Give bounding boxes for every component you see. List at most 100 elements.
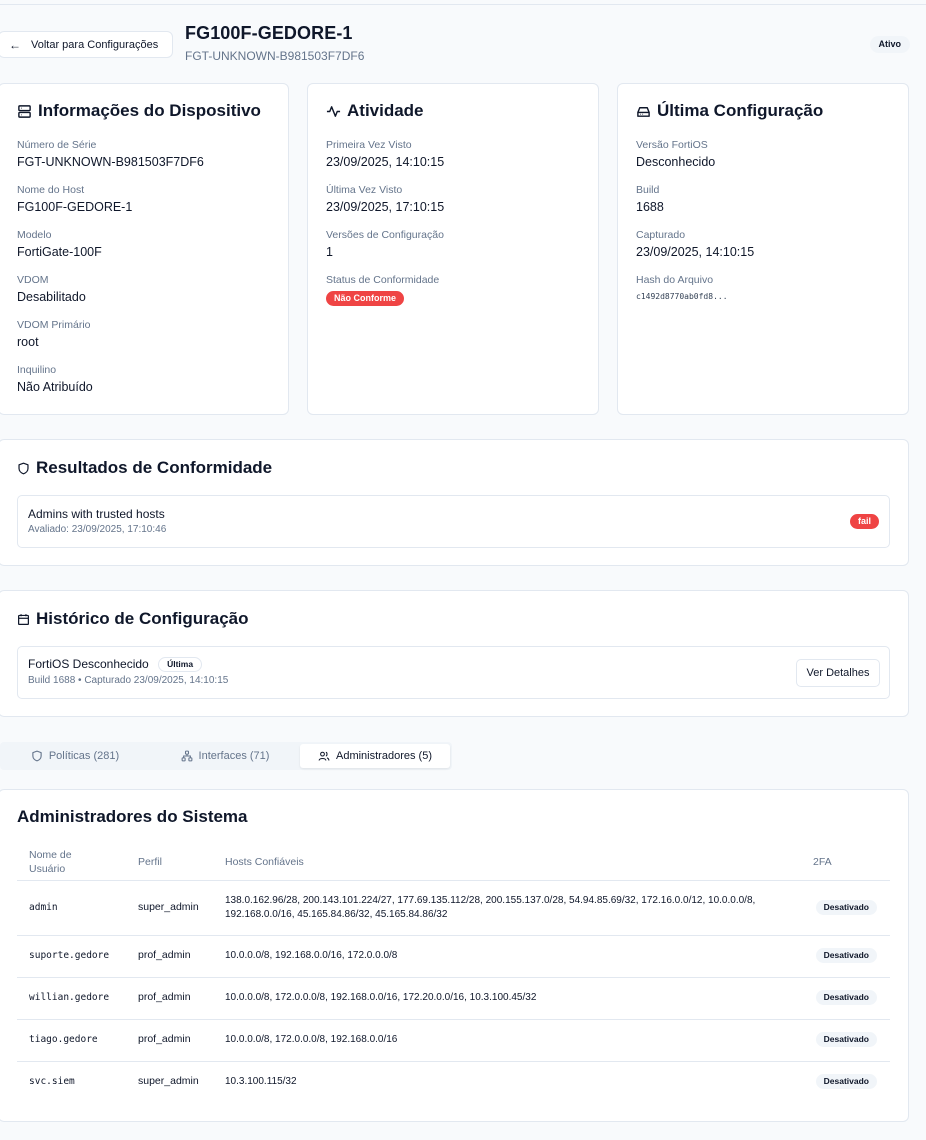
table-row[interactable]: tiago.gedore prof_admin 10.0.0.0/8, 172.… [17, 1020, 890, 1062]
compliance-title-text: Resultados de Conformidade [36, 458, 273, 477]
hard-drive-icon [637, 106, 650, 117]
latest-badge: Última [158, 657, 203, 672]
table-row[interactable]: svc.siem super_admin 10.3.100.115/32 Des… [17, 1062, 890, 1104]
network-icon [181, 750, 192, 762]
field-label: Modelo [17, 229, 52, 241]
field-value: 23/09/2025, 14:10:15 [636, 245, 755, 259]
compliance-item-title: Admins with trusted hosts [28, 507, 165, 521]
compliance-results-card: Resultados de Conformidade Admins with t… [0, 439, 909, 566]
field-label: Primeira Vez Visto [326, 139, 412, 151]
cell-trusted-hosts: 138.0.162.96/28, 200.143.101.224/27, 177… [225, 895, 756, 920]
tab-bar: Políticas (281) Interfaces (71) Administ… [0, 742, 452, 770]
field-config-versions: Versões de Configuração 1 [326, 229, 444, 259]
shield-icon [32, 750, 42, 762]
last-config-card: Última Configuração Versão FortiOS Desco… [617, 83, 909, 415]
field-label: Versão FortiOS [636, 139, 708, 151]
device-info-title: Informações do Dispositivo [17, 101, 261, 121]
field-label: Inquilino [17, 364, 57, 376]
field-value: c1492d8770ab0fd8... [636, 292, 728, 301]
field-label: Última Vez Visto [326, 184, 403, 196]
field-label: Capturado [636, 229, 686, 241]
device-info-card: Informações do Dispositivo Número de Sér… [0, 83, 289, 415]
field-value: 23/09/2025, 17:10:15 [326, 200, 445, 214]
fail-badge: fail [849, 514, 879, 529]
field-label: Nome do Host [17, 184, 85, 196]
table-header: Nome de Usuário Perfil Hosts Confiáveis … [17, 846, 890, 881]
field-compliance-status: Status de Conformidade Não Conforme [326, 274, 439, 306]
tab-administrators-label: Administradores (5) [336, 750, 432, 762]
field-first-seen: Primeira Vez Visto 23/09/2025, 14:10:15 [326, 139, 444, 169]
twofa-badge: Desativado [815, 1074, 877, 1089]
top-divider [0, 4, 926, 5]
page-subtitle: FGT-UNKNOWN-B981503F7DF6 [185, 49, 365, 63]
back-button-label: Voltar para Configurações [31, 38, 159, 51]
field-value: Desconhecido [636, 155, 716, 169]
tab-policies[interactable]: Políticas (281) [0, 744, 150, 768]
tab-interfaces-label: Interfaces (71) [198, 750, 270, 762]
field-primary-vdom: VDOM Primário root [17, 319, 91, 349]
users-icon [318, 751, 330, 761]
tab-interfaces[interactable]: Interfaces (71) [150, 744, 300, 768]
twofa-badge: Desativado [815, 1032, 877, 1047]
field-file-hash: Hash do Arquivo c1492d8770ab0fd8... [636, 274, 728, 301]
field-value: 23/09/2025, 14:10:15 [326, 155, 445, 169]
server-icon [18, 104, 31, 118]
column-username: Nome de Usuário [29, 849, 72, 875]
activity-card: Atividade Primeira Vez Visto 23/09/2025,… [307, 83, 599, 415]
field-label: Versões de Configuração [326, 229, 444, 241]
cell-username: suporte.gedore [29, 950, 110, 961]
cell-trusted-hosts: 10.0.0.0/8, 192.168.0.0/16, 172.0.0.0/8 [225, 950, 398, 961]
view-details-button[interactable]: Ver Detalhes [796, 659, 880, 687]
tab-policies-label: Políticas (281) [48, 750, 120, 762]
table-row[interactable]: admin super_admin 138.0.162.96/28, 200.1… [17, 881, 890, 936]
twofa-badge: Desativado [815, 948, 877, 963]
field-label: Status de Conformidade [326, 274, 440, 286]
field-label: Hash do Arquivo [636, 274, 714, 286]
field-label: Build [636, 184, 660, 196]
table-row[interactable]: suporte.gedore prof_admin 10.0.0.0/8, 19… [17, 936, 890, 978]
field-build: Build 1688 [636, 184, 664, 214]
twofa-badge: Desativado [815, 900, 877, 915]
last-config-title: Última Configuração [636, 101, 823, 121]
arrow-left-icon: ← [9, 37, 21, 52]
compliance-result-item[interactable]: Admins with trusted hosts Avaliado: 23/0… [17, 495, 890, 548]
field-fortios-version: Versão FortiOS Desconhecido [636, 139, 715, 169]
shield-icon [18, 462, 29, 474]
field-value: 1688 [636, 200, 664, 214]
cell-profile: prof_admin [138, 1033, 191, 1045]
back-to-configurations-button[interactable]: ← Voltar para Configurações [0, 31, 173, 58]
field-value: Não Atribuído [17, 380, 93, 394]
column-trusted-hosts: Hosts Confiáveis [225, 856, 304, 868]
field-model: Modelo FortiGate-100F [17, 229, 102, 259]
tab-administrators[interactable]: Administradores (5) [300, 744, 450, 768]
field-value: 1 [326, 245, 333, 259]
field-label: Número de Série [17, 139, 97, 151]
activity-title-text: Atividade [347, 101, 424, 120]
field-tenant: Inquilino Não Atribuído [17, 364, 93, 394]
field-value: FG100F-GEDORE-1 [17, 200, 133, 214]
history-title: Histórico de Configuração [17, 609, 249, 629]
activity-title: Atividade [326, 101, 424, 121]
history-item-sub: Build 1688 • Capturado 23/09/2025, 14:10… [28, 675, 229, 686]
device-info-title-text: Informações do Dispositivo [38, 101, 261, 120]
field-captured: Capturado 23/09/2025, 14:10:15 [636, 229, 754, 259]
non-compliant-badge: Não Conforme [326, 291, 405, 306]
field-value: root [17, 335, 39, 349]
calendar-icon [18, 613, 29, 625]
cell-profile: prof_admin [138, 991, 191, 1003]
field-vdom: VDOM Desabilitado [17, 274, 86, 304]
cell-profile: prof_admin [138, 949, 191, 961]
history-item-title: FortiOS Desconhecido [28, 657, 149, 671]
cell-profile: super_admin [138, 1075, 199, 1087]
field-label: VDOM Primário [17, 319, 91, 331]
status-badge: Ativo [869, 36, 910, 53]
cell-username: willian.gedore [29, 992, 110, 1003]
cell-username: admin [29, 902, 58, 913]
compliance-title: Resultados de Conformidade [17, 458, 272, 478]
cell-trusted-hosts: 10.3.100.115/32 [225, 1076, 297, 1087]
cell-profile: super_admin [138, 901, 199, 913]
cell-trusted-hosts: 10.0.0.0/8, 172.0.0.0/8, 192.168.0.0/16 [225, 1034, 398, 1045]
cell-trusted-hosts: 10.0.0.0/8, 172.0.0.0/8, 192.168.0.0/16,… [225, 992, 537, 1003]
twofa-badge: Desativado [815, 990, 877, 1005]
table-row[interactable]: willian.gedore prof_admin 10.0.0.0/8, 17… [17, 978, 890, 1020]
